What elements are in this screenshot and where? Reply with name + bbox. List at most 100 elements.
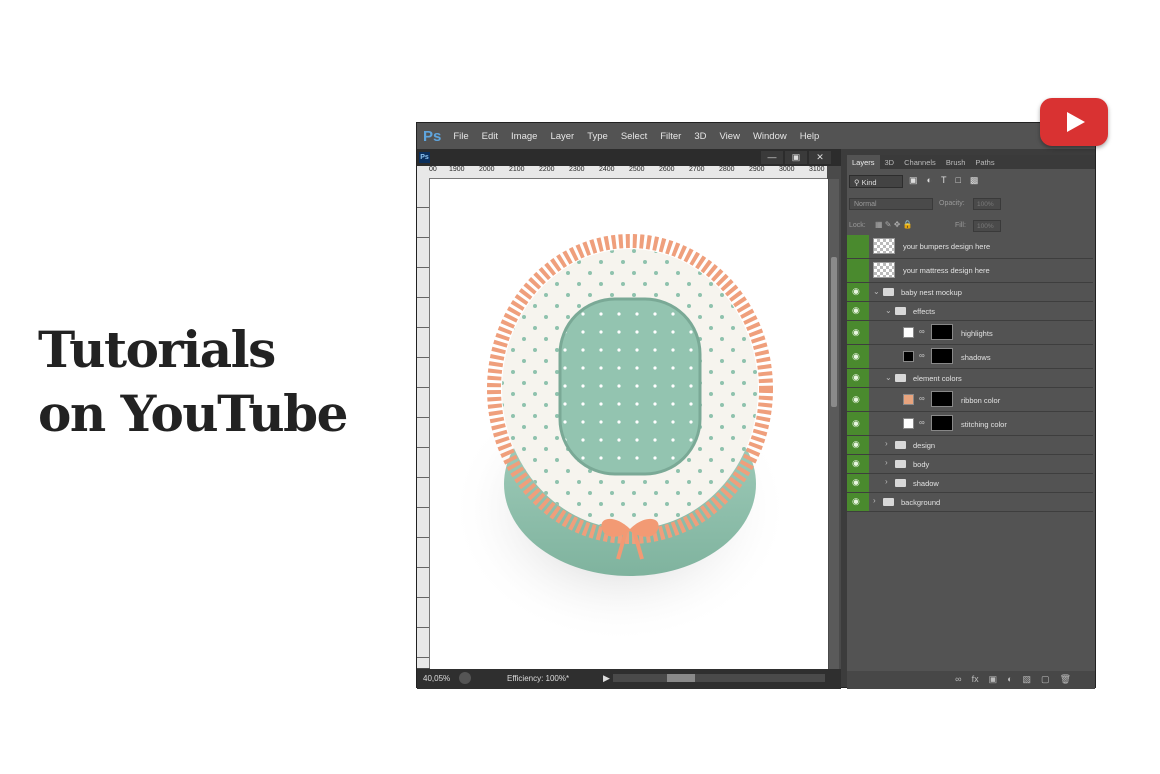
menu-edit[interactable]: Edit: [482, 131, 498, 142]
pixel-filter-icon[interactable]: ▣: [909, 175, 918, 186]
vertical-scroll-thumb[interactable]: [831, 257, 837, 407]
link-icon[interactable]: ∞: [919, 418, 925, 427]
vertical-scrollbar[interactable]: [829, 179, 839, 669]
chevron-right-icon[interactable]: ›: [873, 496, 876, 505]
layer-row[interactable]: ◉ ⌄ baby nest mockup: [847, 283, 1093, 302]
mask-thumbnail: [931, 348, 953, 364]
ruler-tick: 3000: [779, 166, 795, 173]
layer-name: ribbon color: [961, 396, 1001, 405]
ruler-tick: 2300: [569, 166, 585, 173]
chevron-right-icon[interactable]: ›: [885, 477, 888, 486]
layer-row[interactable]: ◉ ∞ ribbon color: [847, 388, 1093, 412]
chevron-down-icon[interactable]: ⌄: [873, 287, 880, 296]
minimize-button[interactable]: —: [761, 151, 783, 164]
menu-layer[interactable]: Layer: [550, 131, 574, 142]
visibility-toggle[interactable]: ◉: [847, 493, 869, 511]
blend-mode-select[interactable]: Normal: [849, 198, 933, 210]
layer-row[interactable]: ◉ › background: [847, 493, 1093, 512]
visibility-toggle[interactable]: [847, 235, 869, 258]
status-menu-arrow-icon[interactable]: ▶: [603, 673, 610, 684]
tab-3d[interactable]: 3D: [880, 155, 900, 169]
link-icon[interactable]: ∞: [919, 351, 925, 360]
type-filter-icon[interactable]: T: [941, 175, 947, 186]
layer-row[interactable]: ◉ › body: [847, 455, 1093, 474]
visibility-toggle[interactable]: [847, 259, 869, 282]
new-layer-icon[interactable]: ▢: [1041, 674, 1050, 685]
eye-icon: ◉: [852, 439, 860, 449]
chevron-down-icon[interactable]: ⌄: [885, 373, 892, 382]
visibility-toggle[interactable]: ◉: [847, 283, 869, 301]
fill-field[interactable]: 100%: [973, 220, 1001, 232]
opacity-field[interactable]: 100%: [973, 198, 1001, 210]
vertical-ruler: [417, 178, 430, 668]
layer-row[interactable]: ◉ › shadow: [847, 474, 1093, 493]
fx-icon[interactable]: fx: [972, 674, 979, 685]
lock-icons[interactable]: ▦ ✎ ✥ 🔒: [875, 220, 913, 229]
horizontal-scrollbar[interactable]: [613, 674, 825, 682]
eye-icon: ◉: [852, 286, 860, 296]
menu-type[interactable]: Type: [587, 131, 608, 142]
menu-view[interactable]: View: [720, 131, 740, 142]
smart-object-filter-icon[interactable]: ▩: [970, 175, 979, 186]
layer-row[interactable]: ◉ ∞ shadows: [847, 345, 1093, 369]
tab-channels[interactable]: Channels: [899, 155, 941, 169]
document-ps-icon: Ps: [419, 152, 430, 163]
menu-window[interactable]: Window: [753, 131, 787, 142]
visibility-toggle[interactable]: ◉: [847, 345, 869, 368]
add-mask-icon[interactable]: ▣: [989, 674, 998, 685]
layer-row[interactable]: your bumpers design here: [847, 235, 1093, 259]
baby-nest-mockup-image: [450, 234, 790, 644]
adjustment-filter-icon[interactable]: ◐: [927, 175, 932, 186]
layer-name: shadows: [961, 353, 991, 362]
visibility-toggle[interactable]: ◉: [847, 474, 869, 492]
document-canvas[interactable]: [430, 179, 828, 669]
menu-help[interactable]: Help: [800, 131, 820, 142]
footer-icons: ∞ fx ▣ ◐ ▧ ▢ 🗑: [955, 674, 1071, 685]
link-icon[interactable]: ∞: [919, 394, 925, 403]
fill-thumbnail: [903, 351, 914, 362]
chevron-right-icon[interactable]: ›: [885, 439, 888, 448]
filter-kind-select[interactable]: ⚲ Kind: [849, 175, 903, 188]
new-group-icon[interactable]: ▧: [1023, 674, 1032, 685]
menu-filter[interactable]: Filter: [660, 131, 681, 142]
shape-filter-icon[interactable]: □: [955, 175, 960, 186]
tab-paths[interactable]: Paths: [970, 155, 999, 169]
layer-name: your mattress design here: [903, 266, 990, 275]
restore-button[interactable]: ▣: [785, 151, 807, 164]
visibility-toggle[interactable]: ◉: [847, 321, 869, 344]
ruler-tick: 00: [429, 166, 437, 173]
visibility-toggle[interactable]: ◉: [847, 388, 869, 411]
tab-layers[interactable]: Layers: [847, 155, 880, 169]
chevron-right-icon[interactable]: ›: [885, 458, 888, 467]
horizontal-scroll-thumb[interactable]: [667, 674, 695, 682]
ruler-tick: 2200: [539, 166, 555, 173]
visibility-toggle[interactable]: ◉: [847, 455, 869, 473]
menu-image[interactable]: Image: [511, 131, 537, 142]
layer-row[interactable]: your mattress design here: [847, 259, 1093, 283]
layer-name: highlights: [961, 329, 993, 338]
play-icon: [1067, 112, 1085, 132]
layer-row[interactable]: ◉ › design: [847, 436, 1093, 455]
adjustment-layer-icon[interactable]: ◐: [1007, 674, 1012, 685]
visibility-toggle[interactable]: ◉: [847, 436, 869, 454]
status-info-icon[interactable]: [459, 672, 471, 684]
zoom-level[interactable]: 40,05%: [423, 674, 450, 683]
visibility-toggle[interactable]: ◉: [847, 412, 869, 435]
menu-select[interactable]: Select: [621, 131, 647, 142]
tab-brush[interactable]: Brush: [941, 155, 971, 169]
close-button[interactable]: ✕: [809, 151, 831, 164]
chevron-down-icon[interactable]: ⌄: [885, 306, 892, 315]
menu-3d[interactable]: 3D: [694, 131, 706, 142]
photoshop-window: Ps File Edit Image Layer Type Select Fil…: [416, 122, 1096, 689]
link-icon[interactable]: ∞: [919, 327, 925, 336]
trash-icon[interactable]: 🗑: [1060, 674, 1071, 685]
menu-file[interactable]: File: [453, 131, 468, 142]
layer-row[interactable]: ◉ ⌄ element colors: [847, 369, 1093, 388]
layer-row[interactable]: ◉ ⌄ effects: [847, 302, 1093, 321]
visibility-toggle[interactable]: ◉: [847, 369, 869, 387]
layer-row[interactable]: ◉ ∞ highlights: [847, 321, 1093, 345]
folder-icon: [895, 374, 906, 382]
layer-row[interactable]: ◉ ∞ stitching color: [847, 412, 1093, 436]
link-layers-icon[interactable]: ∞: [955, 674, 961, 685]
visibility-toggle[interactable]: ◉: [847, 302, 869, 320]
